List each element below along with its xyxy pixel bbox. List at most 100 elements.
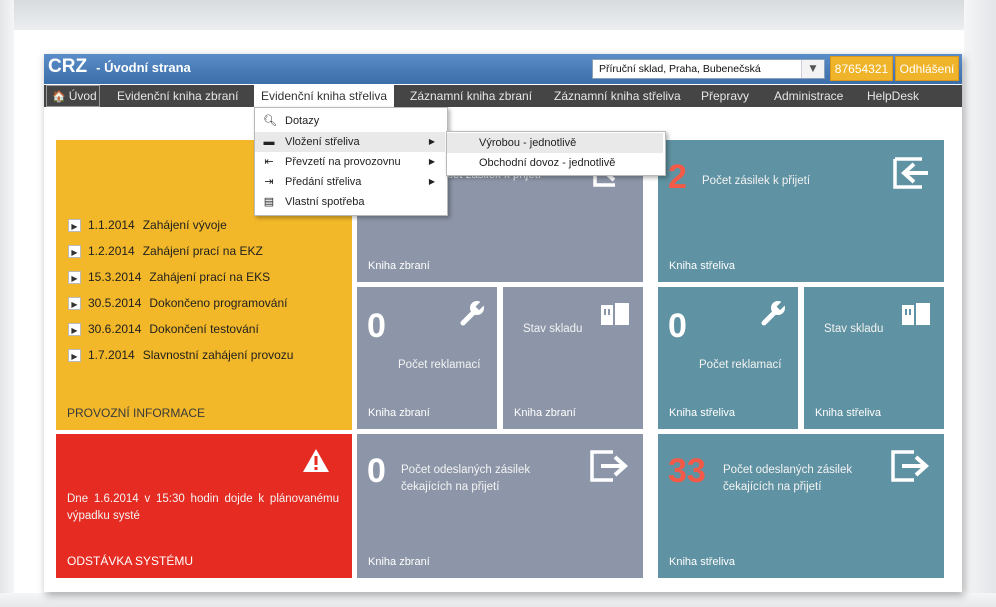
tile-text-line2: čekajících na přijetí <box>723 481 822 493</box>
arrow-right-icon: ▶ <box>68 322 81 336</box>
sent-count: 33 <box>668 452 706 490</box>
complaints-count: 0 <box>668 307 687 345</box>
menu-ammo-register[interactable]: Evidenční kniha střeliva <box>254 85 395 107</box>
wrench-icon <box>761 300 786 326</box>
menu-administration[interactable]: Administrace <box>774 85 843 107</box>
incoming-count: 2 <box>668 158 687 196</box>
weapons-complaints-tile[interactable]: 0 Počet reklamací Kniha zbraní <box>357 287 497 429</box>
menu-helpdesk[interactable]: HelpDesk <box>867 85 919 107</box>
warehouse-icon <box>601 303 629 325</box>
tile-text-line2: čekajících na přijetí <box>401 481 500 493</box>
handover-icon: ⇥ <box>264 176 274 188</box>
outage-tile[interactable]: Dne 1.6.2014 v 15:30 hodin dojde k pláno… <box>56 434 352 578</box>
magnifier-icon: 🔍︎ <box>263 115 277 127</box>
app-header: CRZ - Úvodní strana Příruční sklad, Prah… <box>44 54 962 84</box>
news-date: 1.2.2014 <box>88 244 135 258</box>
ammo-register-dropdown: 🔍︎ Dotazy ▬ Vložení střeliva ▶ ⇤ Převzet… <box>254 107 448 216</box>
warehouse-select-value: Příruční sklad, Praha, Bubenečská <box>599 63 761 75</box>
tile-footer: PROVOZNÍ INFORMACE <box>67 406 206 420</box>
warehouse-select[interactable]: Příruční sklad, Praha, Bubenečská ▼ <box>592 59 825 79</box>
submenu-item-label: Výrobou - jednotlivě <box>479 137 577 149</box>
tile-text: Počet reklamací <box>699 359 782 371</box>
news-list: ▶ 1.1.2014 Zahájení vývoje ▶ 1.2.2014 Zaháje… <box>68 212 348 368</box>
menu-home[interactable]: 🏠 Úvod <box>46 85 100 107</box>
insert-ammo-submenu: Výrobou - jednotlivě Obchodní dovoz - je… <box>446 131 666 176</box>
arrow-right-icon: ▶ <box>68 296 81 310</box>
tile-footer: Kniha zbraní <box>368 407 430 419</box>
ammo-complaints-tile[interactable]: 0 Počet reklamací Kniha střeliva <box>658 287 798 429</box>
dropdown-item-label: Vlastní spotřeba <box>285 196 365 208</box>
insert-icon: ▬ <box>263 136 275 148</box>
tile-text: Počet odeslaných zásilek čekajících na p… <box>401 462 530 496</box>
tile-text: Počet zásilek k přijetí <box>702 175 811 187</box>
dashboard-tiles: ▶ 1.1.2014 Zahájení vývoje ▶ 1.2.2014 Zaháje… <box>44 107 962 592</box>
page-title: - Úvodní strana <box>96 60 191 75</box>
warehouse-icon <box>902 303 930 325</box>
dropdown-item-handover[interactable]: ⇥ Předání střeliva ▶ <box>255 172 445 192</box>
wrench-icon <box>460 300 485 326</box>
warning-icon <box>303 449 329 472</box>
list-item[interactable]: ▶ 1.7.2014 Slavnostní zahájení provozu <box>68 342 348 368</box>
list-item[interactable]: ▶ 1.2.2014 Zahájení prací na EKZ <box>68 238 348 264</box>
news-text: Dokončení testování <box>149 322 259 336</box>
tile-text: Stav skladu <box>523 323 583 335</box>
news-date: 1.1.2014 <box>88 218 135 232</box>
user-id-button[interactable]: 87654321 <box>830 56 893 81</box>
dropdown-item-insert-ammo[interactable]: ▬ Vložení střeliva ▶ <box>255 132 445 152</box>
app-title: CRZ - Úvodní strana <box>48 56 191 78</box>
main-menu: 🏠 Úvod Evidenční kniha zbraní Evidenční k… <box>44 85 962 107</box>
list-item[interactable]: ▶ 15.3.2014 Zahájení prací na EKS <box>68 264 348 290</box>
tile-footer: Kniha zbraní <box>368 556 430 568</box>
logout-button[interactable]: Odhlášení <box>895 56 959 81</box>
submenu-item-production[interactable]: Výrobou - jednotlivě <box>447 133 663 153</box>
menu-home-label: Úvod <box>68 89 97 103</box>
inbox-arrow-icon <box>893 157 928 189</box>
tile-text-line1: Počet odeslaných zásilek <box>401 464 531 476</box>
ammo-sent-tile[interactable]: 33 Počet odeslaných zásilek čekajících n… <box>658 434 944 578</box>
dropdown-item-receive[interactable]: ⇤ Převzetí na provozovnu ▶ <box>255 152 445 172</box>
chevron-right-icon: ▶ <box>428 177 435 186</box>
arrow-right-icon: ▶ <box>68 218 81 232</box>
outbox-arrow-icon <box>891 450 929 482</box>
arrow-right-icon: ▶ <box>68 348 81 362</box>
tile-footer: Kniha střeliva <box>815 407 882 419</box>
submenu-item-label: Obchodní dovoz - jednotlivě <box>479 157 616 169</box>
news-date: 30.5.2014 <box>88 296 142 310</box>
list-item[interactable]: ▶ 30.6.2014 Dokončení testování <box>68 316 348 342</box>
tile-footer: Kniha zbraní <box>368 260 430 272</box>
chevron-right-icon: ▶ <box>428 157 435 166</box>
background-frame-right <box>964 0 996 607</box>
ammo-stock-tile[interactable]: Stav skladu Kniha střeliva <box>804 287 944 429</box>
chevron-down-icon[interactable]: ▼ <box>801 60 824 78</box>
home-icon: 🏠 <box>52 91 66 103</box>
list-item[interactable]: ▶ 30.5.2014 Dokončeno programování <box>68 290 348 316</box>
menu-weapons-register[interactable]: Evidenční kniha zbraní <box>117 85 238 107</box>
dropdown-item-queries[interactable]: 🔍︎ Dotazy <box>255 111 445 131</box>
tile-footer: ODSTÁVKA SYSTÉMU <box>67 554 194 568</box>
tile-footer: Kniha střeliva <box>669 556 736 568</box>
weapons-stock-tile[interactable]: Stav skladu Kniha zbraní <box>503 287 643 429</box>
background-frame-top <box>0 0 996 30</box>
ammo-incoming-tile[interactable]: 2 Počet zásilek k přijetí Kniha střeliva <box>658 140 944 282</box>
weapons-sent-tile[interactable]: 0 Počet odeslaných zásilek čekajících na… <box>357 434 643 578</box>
news-text: Zahájení vývoje <box>142 218 227 232</box>
menu-ammo-log[interactable]: Záznamní kniha střeliva <box>554 85 681 107</box>
news-text: Zahájení prací na EKS <box>149 270 271 284</box>
dropdown-item-label: Dotazy <box>285 115 320 127</box>
news-date: 30.6.2014 <box>88 322 142 336</box>
dropdown-item-label: Převzetí na provozovnu <box>285 156 401 168</box>
receive-icon: ⇤ <box>264 156 274 168</box>
news-text: Zahájení prací na EKZ <box>142 244 263 258</box>
news-text: Dokončeno programování <box>149 296 288 310</box>
tile-footer: Kniha střeliva <box>669 407 736 419</box>
complaints-count: 0 <box>367 307 386 345</box>
dropdown-item-own-consumption[interactable]: ▤ Vlastní spotřeba <box>255 192 445 212</box>
outbox-arrow-icon <box>590 450 628 482</box>
submenu-item-import[interactable]: Obchodní dovoz - jednotlivě <box>447 153 663 173</box>
menu-weapons-log[interactable]: Záznamní kniha zbraní <box>410 85 532 107</box>
menu-transport[interactable]: Přepravy <box>701 85 749 107</box>
outage-message: Dne 1.6.2014 v 15:30 hodin dojde k pláno… <box>67 493 339 522</box>
tile-text: Počet reklamací <box>398 359 481 371</box>
chevron-right-icon: ▶ <box>428 137 435 146</box>
app-window: CRZ - Úvodní strana Příruční sklad, Prah… <box>44 54 962 592</box>
